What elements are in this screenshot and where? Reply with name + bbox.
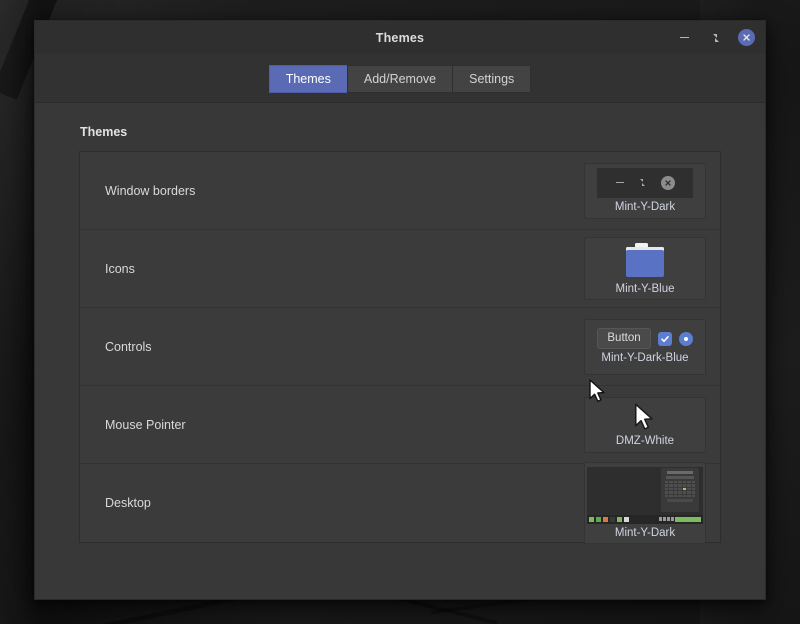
close-icon [738,29,755,46]
preview-button: Button [597,327,651,350]
calendar-grid [663,480,697,498]
row-label: Icons [105,261,135,276]
calendar-footer [667,499,693,503]
row-label: Controls [105,339,152,354]
theme-chooser-mouse-pointer[interactable]: DMZ-White [584,396,706,453]
desktop-background: Themes Themes Add/Remove Settings Themes… [0,0,800,624]
tab-settings[interactable]: Settings [452,64,532,93]
theme-value: Mint-Y-Blue [615,282,675,295]
tray-clock [675,516,701,522]
theme-row-desktop[interactable]: Desktop Mint-Y-Dark [80,461,720,545]
preview-window-borders [597,167,693,198]
maximize-button[interactable] [707,29,724,46]
toolbar: Themes Add/Remove Settings [35,55,765,103]
theme-value: Mint-Y-Dark-Blue [601,352,689,365]
section-title: Themes [80,125,128,139]
row-label: Mouse Pointer [105,417,186,432]
preview-checkbox-icon [657,331,672,346]
taskbar-item [610,516,615,522]
preview-mouse-pointer [631,402,659,432]
preview-desktop [587,466,703,524]
window-titlebar[interactable]: Themes [35,21,765,55]
preview-controls: Button [597,327,693,350]
taskbar-item [624,516,629,522]
theme-list: Window borders Mint-Y-Dark Icons Mint-Y-… [79,151,721,545]
window-controls [676,21,755,54]
tab-bar: Themes Add/Remove Settings [268,64,532,93]
close-button[interactable] [738,29,755,46]
theme-chooser-controls[interactable]: Button Mint-Y-Dark-Blue [584,318,706,375]
taskbar-thumb [587,514,703,524]
taskbar-item [596,516,601,522]
theme-row-icons[interactable]: Icons Mint-Y-Blue [80,230,720,308]
theme-chooser-window-borders[interactable]: Mint-Y-Dark [584,162,706,219]
taskbar-tray [659,516,701,522]
cursor-icon [635,403,653,430]
taskbar-item [603,516,608,522]
radio-dot [683,336,688,341]
tray-icon [659,517,662,522]
tab-themes[interactable]: Themes [268,64,347,93]
theme-chooser-desktop[interactable]: Mint-Y-Dark [584,461,706,545]
tray-icon [671,517,674,522]
theme-chooser-icons[interactable]: Mint-Y-Blue [584,236,706,301]
theme-value: DMZ-White [615,434,675,447]
preview-maximize-icon [639,179,646,187]
taskbar-item [589,516,594,522]
preview-radio-icon [678,331,693,346]
themes-window: Themes Themes Add/Remove Settings Themes… [34,20,766,600]
folder-icon [626,242,664,277]
calendar-popup-thumb [661,467,699,512]
minimize-button[interactable] [676,29,693,46]
theme-row-window-borders[interactable]: Window borders Mint-Y-Dark [80,152,720,230]
row-label: Window borders [105,183,196,198]
minimize-icon [680,36,689,39]
content-area: Themes Window borders Mint-Y-Dark Icons … [35,103,765,599]
taskbar-item [617,516,622,522]
calendar-title-bar [667,470,693,474]
desktop-screenshot-thumbnail [587,466,703,524]
window-title: Themes [375,30,425,45]
window-borders-preview-bar [597,167,693,198]
preview-icons [623,242,667,280]
preview-close-icon [660,175,675,190]
tab-add-remove[interactable]: Add/Remove [346,64,453,93]
theme-row-controls[interactable]: Controls Button Mint-Y-Dark-Blue [80,308,720,386]
tray-icon [663,517,666,522]
taskbar-launchers [589,516,629,522]
theme-value: Mint-Y-Dark [614,200,676,213]
maximize-icon [712,33,720,42]
row-label: Desktop [105,496,151,510]
tray-icon [667,517,670,522]
preview-minimize-icon [615,181,624,184]
theme-row-mouse-pointer[interactable]: Mouse Pointer DMZ-White [80,386,720,464]
calendar-month-bar [666,475,694,479]
theme-value: Mint-Y-Dark [614,526,676,539]
